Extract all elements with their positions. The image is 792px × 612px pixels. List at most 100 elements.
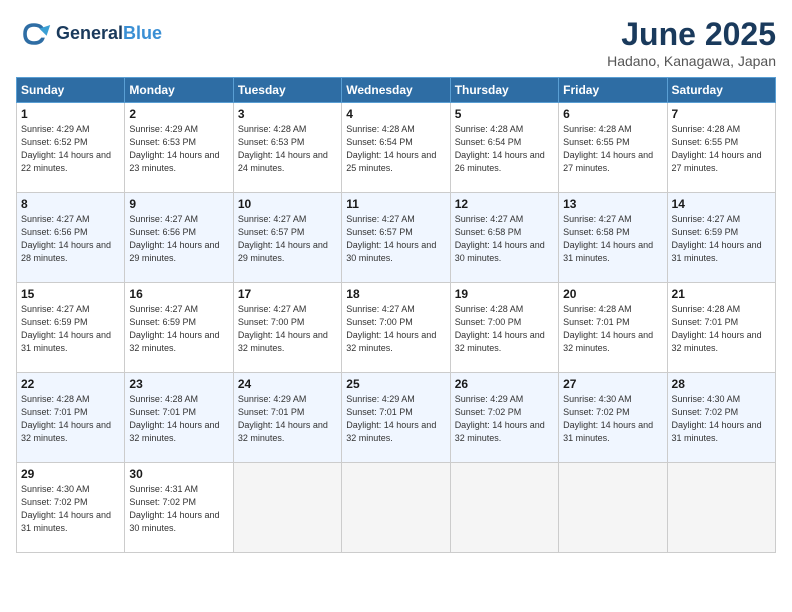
day-info: Sunrise: 4:28 AM Sunset: 7:00 PM Dayligh… (455, 303, 554, 355)
day-info: Sunrise: 4:27 AM Sunset: 6:58 PM Dayligh… (455, 213, 554, 265)
day-info: Sunrise: 4:29 AM Sunset: 6:52 PM Dayligh… (21, 123, 120, 175)
calendar-day-cell: 20 Sunrise: 4:28 AM Sunset: 7:01 PM Dayli… (559, 283, 667, 373)
day-info: Sunrise: 4:27 AM Sunset: 6:56 PM Dayligh… (129, 213, 228, 265)
day-info: Sunrise: 4:28 AM Sunset: 6:54 PM Dayligh… (346, 123, 445, 175)
day-of-week-header: Saturday (667, 78, 775, 103)
calendar-day-cell: 14 Sunrise: 4:27 AM Sunset: 6:59 PM Dayli… (667, 193, 775, 283)
calendar-day-cell (342, 463, 450, 553)
month-title: June 2025 (607, 16, 776, 53)
day-number: 15 (21, 287, 120, 301)
day-number: 6 (563, 107, 662, 121)
day-number: 21 (672, 287, 771, 301)
day-info: Sunrise: 4:28 AM Sunset: 7:01 PM Dayligh… (672, 303, 771, 355)
day-number: 12 (455, 197, 554, 211)
day-number: 17 (238, 287, 337, 301)
day-number: 7 (672, 107, 771, 121)
day-info: Sunrise: 4:28 AM Sunset: 7:01 PM Dayligh… (129, 393, 228, 445)
day-number: 22 (21, 377, 120, 391)
day-info: Sunrise: 4:27 AM Sunset: 6:59 PM Dayligh… (672, 213, 771, 265)
logo-text: GeneralBlue (56, 24, 162, 44)
day-number: 1 (21, 107, 120, 121)
calendar-day-cell: 27Sunrise: 4:30 AM Sunset: 7:02 PM Dayli… (559, 373, 667, 463)
day-info: Sunrise: 4:27 AM Sunset: 6:57 PM Dayligh… (238, 213, 337, 265)
day-info: Sunrise: 4:29 AM Sunset: 6:53 PM Dayligh… (129, 123, 228, 175)
calendar-day-cell (233, 463, 341, 553)
day-number: 23 (129, 377, 228, 391)
calendar-week-row: 15 Sunrise: 4:27 AM Sunset: 6:59 PM Dayli… (17, 283, 776, 373)
day-number: 2 (129, 107, 228, 121)
day-number: 24 (238, 377, 337, 391)
day-number: 11 (346, 197, 445, 211)
calendar-day-cell: 5 Sunrise: 4:28 AM Sunset: 6:54 PM Daylig… (450, 103, 558, 193)
day-of-week-header: Sunday (17, 78, 125, 103)
calendar-day-cell: 9 Sunrise: 4:27 AM Sunset: 6:56 PM Daylig… (125, 193, 233, 283)
calendar-header-row: SundayMondayTuesdayWednesdayThursdayFrid… (17, 78, 776, 103)
calendar-day-cell: 22 Sunrise: 4:28 AM Sunset: 7:01 PM Dayli… (17, 373, 125, 463)
day-of-week-header: Tuesday (233, 78, 341, 103)
calendar-day-cell: 6 Sunrise: 4:28 AM Sunset: 6:55 PM Daylig… (559, 103, 667, 193)
calendar-day-cell: 3 Sunrise: 4:28 AM Sunset: 6:53 PM Daylig… (233, 103, 341, 193)
day-info: Sunrise: 4:28 AM Sunset: 6:53 PM Dayligh… (238, 123, 337, 175)
calendar-day-cell (667, 463, 775, 553)
day-number: 25 (346, 377, 445, 391)
day-info: Sunrise: 4:27 AM Sunset: 7:00 PM Dayligh… (238, 303, 337, 355)
day-number: 4 (346, 107, 445, 121)
calendar-day-cell: 4 Sunrise: 4:28 AM Sunset: 6:54 PM Daylig… (342, 103, 450, 193)
day-info: Sunrise: 4:29 AM Sunset: 7:02 PM Dayligh… (455, 393, 554, 445)
day-info: Sunrise: 4:27 AM Sunset: 6:59 PM Dayligh… (21, 303, 120, 355)
calendar-week-row: 1 Sunrise: 4:29 AM Sunset: 6:52 PM Daylig… (17, 103, 776, 193)
day-number: 13 (563, 197, 662, 211)
calendar-day-cell: 23 Sunrise: 4:28 AM Sunset: 7:01 PM Dayli… (125, 373, 233, 463)
day-number: 26 (455, 377, 554, 391)
day-info: Sunrise: 4:30 AM Sunset: 7:02 PM Dayligh… (21, 483, 120, 535)
day-info: Sunrise: 4:28 AM Sunset: 6:54 PM Dayligh… (455, 123, 554, 175)
day-number: 8 (21, 197, 120, 211)
day-of-week-header: Wednesday (342, 78, 450, 103)
day-number: 28 (672, 377, 771, 391)
day-number: 3 (238, 107, 337, 121)
calendar-day-cell: 8Sunrise: 4:27 AM Sunset: 6:56 PM Daylig… (17, 193, 125, 283)
calendar-day-cell: 16 Sunrise: 4:27 AM Sunset: 6:59 PM Dayli… (125, 283, 233, 373)
day-number: 14 (672, 197, 771, 211)
logo-icon (16, 16, 52, 52)
day-info: Sunrise: 4:27 AM Sunset: 6:59 PM Dayligh… (129, 303, 228, 355)
calendar-day-cell (450, 463, 558, 553)
day-number: 19 (455, 287, 554, 301)
header: GeneralBlue June 2025 Hadano, Kanagawa, … (16, 16, 776, 69)
day-number: 29 (21, 467, 120, 481)
calendar-day-cell: 28 Sunrise: 4:30 AM Sunset: 7:02 PM Dayli… (667, 373, 775, 463)
day-info: Sunrise: 4:27 AM Sunset: 6:58 PM Dayligh… (563, 213, 662, 265)
day-info: Sunrise: 4:28 AM Sunset: 7:01 PM Dayligh… (563, 303, 662, 355)
day-number: 20 (563, 287, 662, 301)
day-info: Sunrise: 4:27 AM Sunset: 7:00 PM Dayligh… (346, 303, 445, 355)
calendar-day-cell (559, 463, 667, 553)
logo: GeneralBlue (16, 16, 162, 52)
calendar-day-cell: 30Sunrise: 4:31 AM Sunset: 7:02 PM Dayli… (125, 463, 233, 553)
day-of-week-header: Friday (559, 78, 667, 103)
calendar-week-row: 22 Sunrise: 4:28 AM Sunset: 7:01 PM Dayli… (17, 373, 776, 463)
calendar-day-cell: 10Sunrise: 4:27 AM Sunset: 6:57 PM Dayli… (233, 193, 341, 283)
calendar-day-cell: 19 Sunrise: 4:28 AM Sunset: 7:00 PM Dayli… (450, 283, 558, 373)
day-of-week-header: Thursday (450, 78, 558, 103)
calendar-day-cell: 2 Sunrise: 4:29 AM Sunset: 6:53 PM Daylig… (125, 103, 233, 193)
calendar-week-row: 29 Sunrise: 4:30 AM Sunset: 7:02 PM Dayli… (17, 463, 776, 553)
day-info: Sunrise: 4:31 AM Sunset: 7:02 PM Dayligh… (129, 483, 228, 535)
day-info: Sunrise: 4:30 AM Sunset: 7:02 PM Dayligh… (672, 393, 771, 445)
day-info: Sunrise: 4:28 AM Sunset: 6:55 PM Dayligh… (563, 123, 662, 175)
calendar-day-cell: 17 Sunrise: 4:27 AM Sunset: 7:00 PM Dayli… (233, 283, 341, 373)
title-area: June 2025 Hadano, Kanagawa, Japan (607, 16, 776, 69)
calendar-day-cell: 21 Sunrise: 4:28 AM Sunset: 7:01 PM Dayli… (667, 283, 775, 373)
day-number: 16 (129, 287, 228, 301)
day-number: 18 (346, 287, 445, 301)
calendar-day-cell: 25Sunrise: 4:29 AM Sunset: 7:01 PM Dayli… (342, 373, 450, 463)
calendar: SundayMondayTuesdayWednesdayThursdayFrid… (16, 77, 776, 553)
day-info: Sunrise: 4:29 AM Sunset: 7:01 PM Dayligh… (238, 393, 337, 445)
calendar-day-cell: 12 Sunrise: 4:27 AM Sunset: 6:58 PM Dayli… (450, 193, 558, 283)
day-info: Sunrise: 4:28 AM Sunset: 7:01 PM Dayligh… (21, 393, 120, 445)
day-info: Sunrise: 4:30 AM Sunset: 7:02 PM Dayligh… (563, 393, 662, 445)
location-title: Hadano, Kanagawa, Japan (607, 53, 776, 69)
day-number: 5 (455, 107, 554, 121)
calendar-day-cell: 1 Sunrise: 4:29 AM Sunset: 6:52 PM Daylig… (17, 103, 125, 193)
day-number: 9 (129, 197, 228, 211)
day-info: Sunrise: 4:27 AM Sunset: 6:57 PM Dayligh… (346, 213, 445, 265)
